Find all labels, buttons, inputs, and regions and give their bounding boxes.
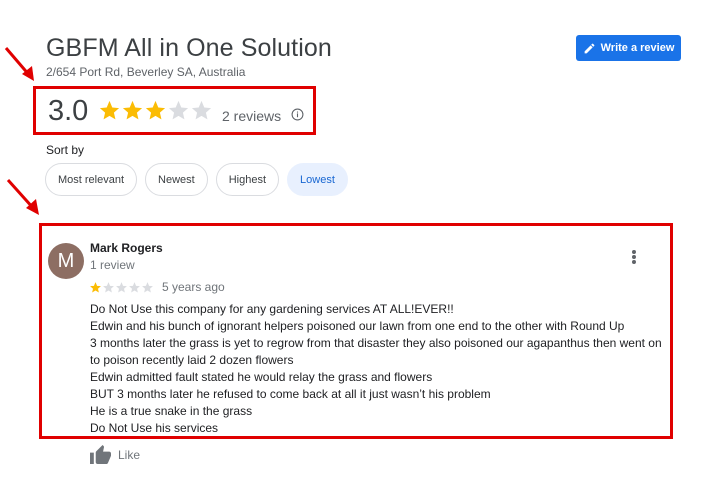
star-filled-icon <box>90 282 101 293</box>
write-review-button[interactable]: Write a review <box>576 35 681 61</box>
star-empty-icon <box>103 282 114 293</box>
sort-chip-highest[interactable]: Highest <box>215 163 280 196</box>
annotation-arrow-rating <box>4 47 34 81</box>
review-text-line: He is a true snake in the grass <box>90 404 253 418</box>
review-text-line: Do Not Use his services <box>90 421 219 435</box>
avatar[interactable]: M <box>48 243 84 279</box>
review-text-line: Edwin admitted fault stated he would rel… <box>90 370 433 384</box>
star-filled-icon <box>122 100 143 120</box>
like-button[interactable]: Like <box>89 444 140 465</box>
review-text-line: 3 months later the grass is yet to regro… <box>90 336 662 367</box>
annotation-arrow-review <box>6 178 39 215</box>
more-options-icon[interactable] <box>627 248 641 266</box>
review-date: 5 years ago <box>162 280 225 294</box>
info-icon[interactable] <box>291 108 304 121</box>
star-empty-icon <box>116 282 127 293</box>
business-address: 2/654 Port Rd, Beverley SA, Australia <box>46 65 246 79</box>
star-empty-icon <box>168 100 189 120</box>
sort-options: Most relevant Newest Highest Lowest <box>45 163 348 196</box>
sort-chip-most-relevant[interactable]: Most relevant <box>45 163 138 196</box>
pencil-icon <box>584 43 594 53</box>
review-card-highlight: M Mark Rogers 1 review 5 years ago Do No… <box>39 223 673 439</box>
rating-stars <box>98 99 213 122</box>
thumbs-up-icon <box>90 444 111 465</box>
sort-label: Sort by <box>46 143 85 157</box>
write-review-label: Write a review <box>600 42 675 54</box>
reviewer-review-count: 1 review <box>90 258 135 272</box>
sort-chip-newest[interactable]: Newest <box>145 163 208 196</box>
review-text: Do Not Use this company for any gardenin… <box>90 301 665 437</box>
rating-score: 3.0 <box>48 95 89 127</box>
review-text-line: BUT 3 months later he refused to come ba… <box>90 387 491 401</box>
reviewer-name[interactable]: Mark Rogers <box>90 241 163 255</box>
star-empty-icon <box>129 282 140 293</box>
like-label: Like <box>118 447 141 462</box>
star-empty-icon <box>142 282 153 293</box>
business-title: GBFM All in One Solution <box>46 34 332 62</box>
star-filled-icon <box>145 100 166 120</box>
rating-summary-highlight: 3.0 2 reviews <box>33 86 316 135</box>
sort-chip-lowest[interactable]: Lowest <box>287 163 348 196</box>
review-text-line: Edwin and his bunch of ignorant helpers … <box>90 319 625 333</box>
review-count-link[interactable]: 2 reviews <box>222 108 281 124</box>
star-filled-icon <box>99 100 120 120</box>
star-empty-icon <box>191 100 212 120</box>
review-text-line: Do Not Use this company for any gardenin… <box>90 302 454 316</box>
review-stars <box>89 281 154 294</box>
